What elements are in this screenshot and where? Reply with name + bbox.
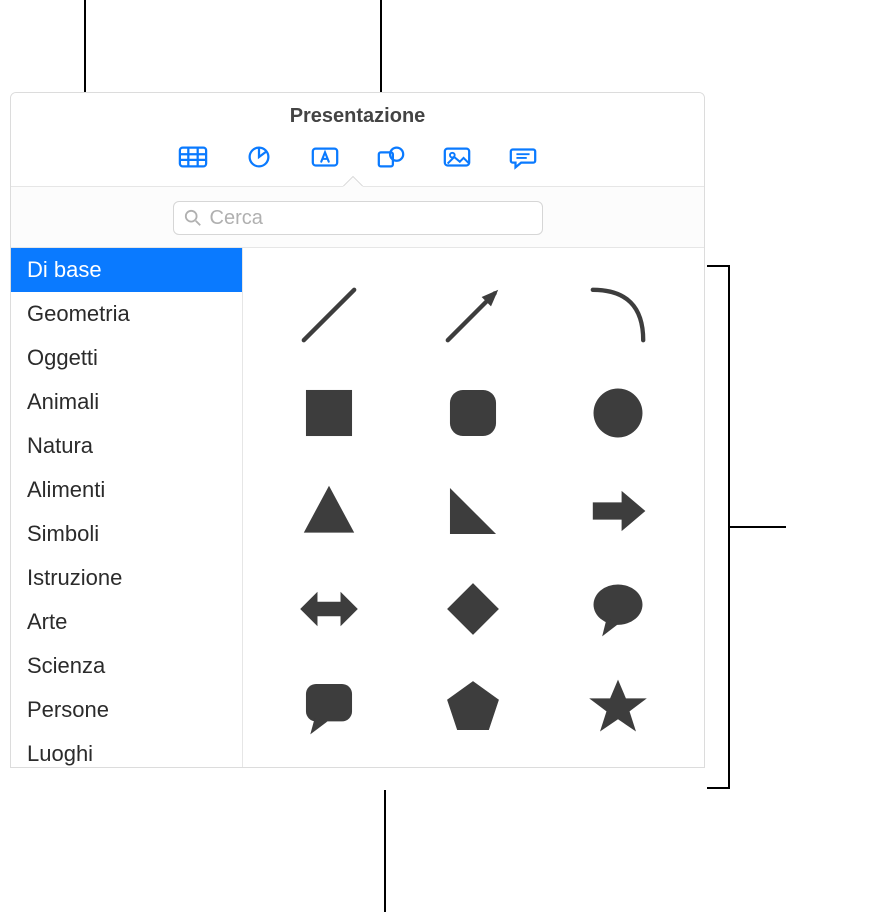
arrow-leftright-icon	[293, 573, 365, 645]
popover-body: Di baseGeometriaOggettiAnimaliNaturaAlim…	[11, 247, 704, 767]
search-input[interactable]: Cerca	[173, 201, 543, 235]
shape-button[interactable]	[371, 142, 411, 172]
shape-arrow-line[interactable]	[428, 275, 518, 355]
sidebar-item[interactable]: Animali	[11, 380, 242, 424]
shapes-popover: Cerca Di baseGeometriaOggettiAnimaliNatu…	[11, 186, 704, 767]
shape-triangle[interactable]	[284, 471, 374, 551]
sidebar-item[interactable]: Oggetti	[11, 336, 242, 380]
circle-icon	[582, 377, 654, 449]
search-icon	[184, 209, 202, 227]
shape-right-triangle[interactable]	[428, 471, 518, 551]
square-icon	[293, 377, 365, 449]
sidebar-item[interactable]: Natura	[11, 424, 242, 468]
sidebar-item[interactable]: Persone	[11, 688, 242, 732]
search-placeholder: Cerca	[210, 207, 263, 230]
sidebar-item[interactable]: Di base	[11, 248, 242, 292]
sidebar-item[interactable]: Luoghi	[11, 732, 242, 767]
rounded-square-icon	[437, 377, 509, 449]
pentagon-icon	[437, 671, 509, 743]
text-button[interactable]	[305, 142, 345, 172]
search-bar: Cerca	[11, 187, 704, 247]
shape-curve[interactable]	[573, 275, 663, 355]
shape-speech-bubble[interactable]	[573, 569, 663, 649]
sidebar-item[interactable]: Scienza	[11, 644, 242, 688]
shapes-grid	[243, 248, 704, 767]
right-triangle-icon	[437, 475, 509, 547]
diamond-icon	[437, 573, 509, 645]
table-button[interactable]	[173, 142, 213, 172]
chart-icon	[244, 144, 274, 170]
shape-chat-square[interactable]	[284, 667, 374, 747]
callout-line	[707, 265, 729, 267]
shape-pentagon[interactable]	[428, 667, 518, 747]
shape-icon	[376, 144, 406, 170]
shape-diamond[interactable]	[428, 569, 518, 649]
sidebar-item[interactable]: Istruzione	[11, 556, 242, 600]
shape-square[interactable]	[284, 373, 374, 453]
callout-line	[707, 787, 729, 789]
media-button[interactable]	[437, 142, 477, 172]
shape-circle[interactable]	[573, 373, 663, 453]
star-icon	[582, 671, 654, 743]
media-icon	[442, 144, 472, 170]
app-window: Presentazione	[10, 92, 705, 768]
triangle-icon	[293, 475, 365, 547]
line-icon	[293, 279, 365, 351]
chat-square-icon	[293, 671, 365, 743]
shape-line[interactable]	[284, 275, 374, 355]
comment-icon	[508, 144, 538, 170]
callout-line	[728, 526, 786, 528]
shape-rounded-square[interactable]	[428, 373, 518, 453]
chart-button[interactable]	[239, 142, 279, 172]
table-icon	[178, 144, 208, 170]
shape-arrow-leftright[interactable]	[284, 569, 374, 649]
comment-button[interactable]	[503, 142, 543, 172]
callout-line	[384, 790, 386, 912]
shape-arrow-right[interactable]	[573, 471, 663, 551]
shape-star[interactable]	[573, 667, 663, 747]
text-icon	[310, 144, 340, 170]
arrow-line-icon	[437, 279, 509, 351]
popover-arrow	[343, 177, 363, 187]
sidebar-item[interactable]: Arte	[11, 600, 242, 644]
sidebar-item[interactable]: Geometria	[11, 292, 242, 336]
arrow-right-icon	[582, 475, 654, 547]
window-title: Presentazione	[11, 93, 704, 136]
category-sidebar: Di baseGeometriaOggettiAnimaliNaturaAlim…	[11, 248, 243, 767]
curve-icon	[582, 279, 654, 351]
sidebar-item[interactable]: Simboli	[11, 512, 242, 556]
sidebar-item[interactable]: Alimenti	[11, 468, 242, 512]
speech-bubble-icon	[582, 573, 654, 645]
